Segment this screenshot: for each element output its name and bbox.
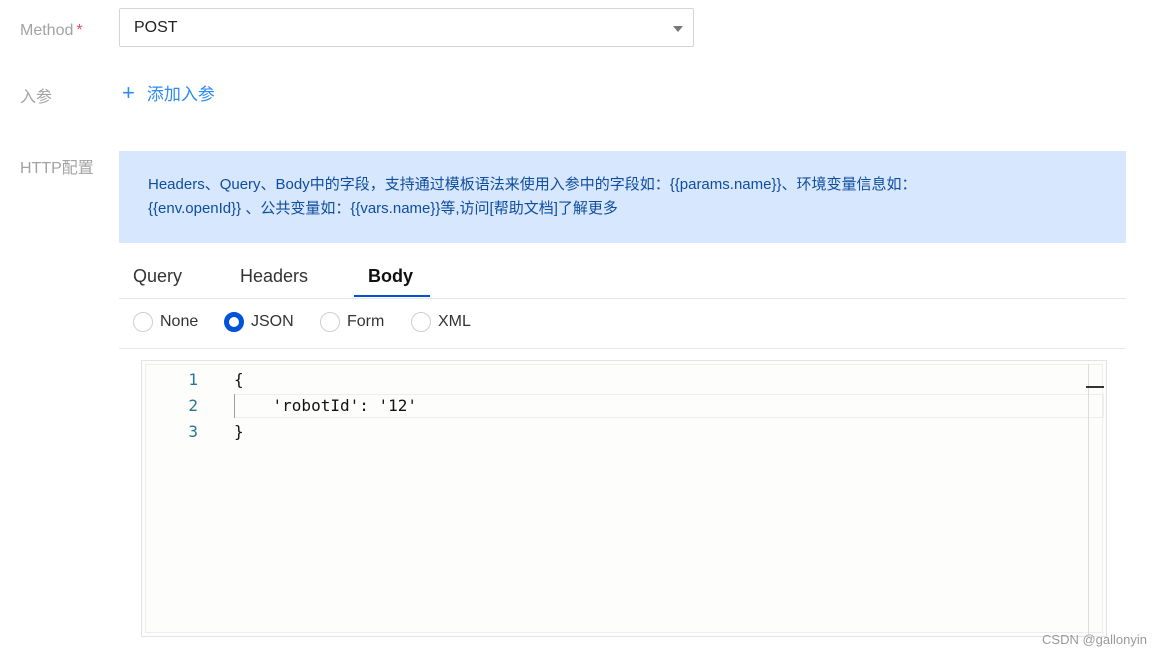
http-config-label: HTTP配置 [20, 160, 94, 177]
tab-headers[interactable]: Headers [240, 266, 308, 287]
info-alert: Headers、Query、Body中的字段，支持通过模板语法来使用入参中的字段… [119, 151, 1126, 243]
code-line[interactable]: 'robotId': '12' [234, 396, 418, 415]
radio-none-label: None [160, 313, 199, 330]
method-select[interactable]: POST [119, 8, 694, 47]
minimap-slider[interactable] [1086, 386, 1104, 388]
plus-icon: + [122, 79, 135, 105]
code-line[interactable]: { [234, 370, 244, 389]
tab-query[interactable]: Query [133, 266, 182, 287]
method-label-text: Method [20, 22, 74, 39]
tab-bar: Query Headers Body [119, 262, 1126, 299]
radio-xml[interactable]: XML [411, 312, 471, 332]
required-mark: * [76, 22, 83, 39]
editor-scrollbar[interactable] [1088, 364, 1089, 635]
method-select-value: POST [134, 19, 178, 36]
body-type-radio-group: None JSON Form XML [119, 298, 1126, 349]
line-number: 1 [188, 370, 198, 389]
add-params-label: 添加入参 [146, 85, 215, 104]
params-label: 入参 [20, 89, 53, 106]
line-number: 3 [188, 422, 198, 441]
watermark: CSDN @gallonyin [1042, 632, 1147, 647]
info-line-1: Headers、Query、Body中的字段，支持通过模板语法来使用入参中的字段… [148, 176, 917, 193]
active-tab-indicator [354, 295, 430, 297]
add-params-button[interactable]: + 添加入参 [122, 80, 215, 105]
radio-form[interactable]: Form [320, 312, 384, 332]
radio-json[interactable]: JSON [224, 312, 294, 332]
radio-none[interactable]: None [133, 312, 198, 332]
info-line-2: {{env.openId}} 、公共变量如：{{vars.name}}等,访问[… [148, 200, 618, 217]
chevron-down-icon[interactable] [673, 26, 683, 32]
line-number: 2 [188, 396, 198, 415]
radio-circle-icon[interactable] [320, 312, 340, 332]
radio-checked-icon[interactable] [224, 312, 244, 332]
tab-body[interactable]: Body [368, 266, 413, 287]
radio-circle-icon[interactable] [411, 312, 431, 332]
radio-json-label: JSON [251, 313, 294, 330]
json-code-editor[interactable]: 1 2 3 { 'robotId': '12' } [141, 360, 1107, 637]
method-label: Method * [20, 22, 83, 40]
code-line[interactable]: } [234, 422, 244, 441]
radio-xml-label: XML [438, 313, 471, 330]
radio-form-label: Form [347, 313, 385, 330]
radio-circle-icon[interactable] [133, 312, 153, 332]
